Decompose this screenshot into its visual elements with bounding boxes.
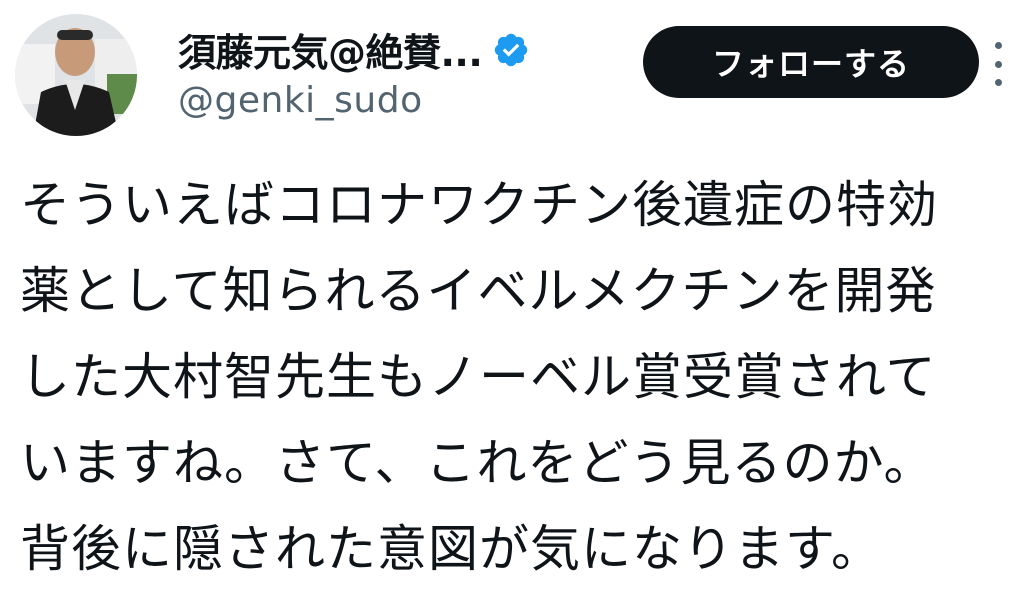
more-dot bbox=[994, 60, 1002, 68]
tweet-line: そういえばコロナワクチン後遺症の特効 bbox=[20, 176, 938, 234]
more-vertical-icon[interactable] bbox=[990, 42, 1006, 86]
tweet-line: 薬として知られるイベルメクチンを開発 bbox=[20, 262, 937, 320]
verified-badge-icon bbox=[495, 33, 528, 66]
tweet-line: いますね。さて、これをどう見るのか。 bbox=[20, 434, 935, 492]
tweet-line: 背後に隠された意図が気になります。 bbox=[20, 520, 882, 578]
author-display-name[interactable]: 須藤元気@絶賛... bbox=[178, 22, 483, 77]
follow-button[interactable]: フォローする bbox=[643, 26, 979, 98]
more-dot bbox=[994, 79, 1002, 86]
more-dot bbox=[994, 42, 1002, 49]
avatar-photo bbox=[15, 14, 137, 136]
avatar[interactable] bbox=[15, 14, 137, 136]
tweet-text: そういえばコロナワクチン後遺症の特効 薬として知られるイベルメクチンを開発 した… bbox=[20, 162, 1000, 592]
author-name-row[interactable]: 須藤元気@絶賛... bbox=[178, 22, 530, 77]
tweet-line: した大村智先生もノーベル賞受賞されて bbox=[20, 348, 937, 406]
author-handle[interactable]: @genki_sudo bbox=[178, 80, 423, 121]
